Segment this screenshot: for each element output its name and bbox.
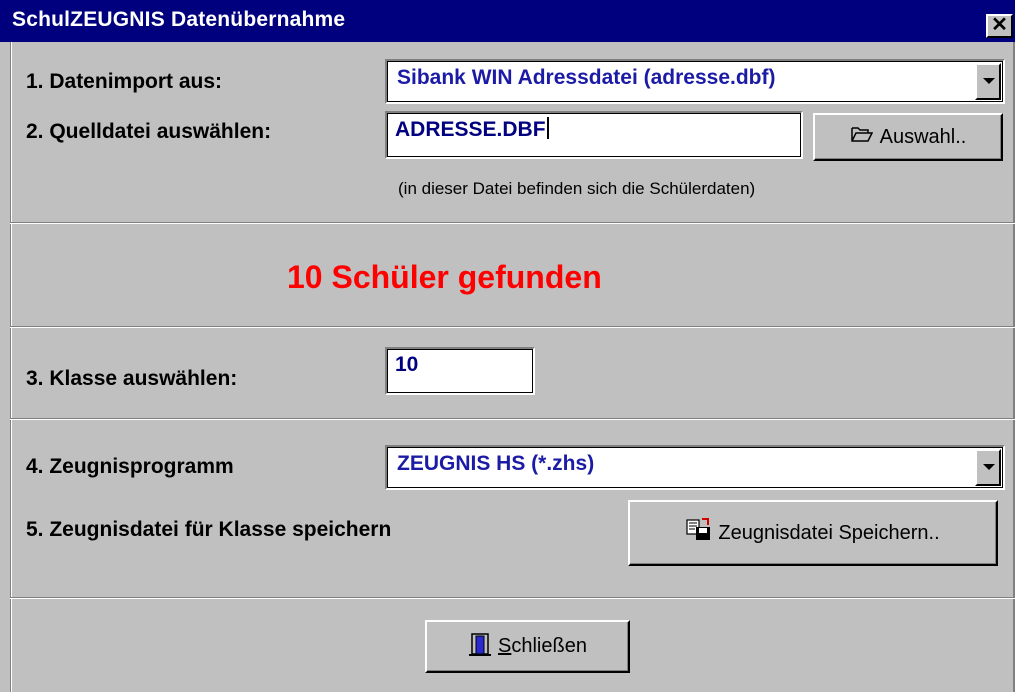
report-program-label: 4. Zeugnisprogramm: [26, 455, 234, 478]
save-document-icon: [686, 518, 712, 548]
class-select-label: 3. Klasse auswählen:: [26, 367, 238, 390]
source-file-input[interactable]: ADRESSE.DBF: [385, 111, 803, 159]
left-edge: [10, 42, 12, 692]
source-file-label: 2. Quelldatei auswählen:: [26, 120, 272, 143]
student-count-status: 10 Schüler gefunden: [287, 259, 602, 295]
divider: [10, 418, 1015, 420]
class-value: 10: [395, 353, 419, 376]
divider: [10, 222, 1015, 224]
import-source-dropdown[interactable]: Sibank WIN Adressdatei (adresse.dbf): [385, 59, 1005, 104]
report-program-value: ZEUGNIS HS (*.zhs): [397, 452, 595, 475]
close-label-rest: chließen: [511, 635, 587, 657]
source-file-value: ADRESSE.DBF: [395, 118, 546, 141]
divider: [10, 597, 1015, 599]
close-icon: ✕: [991, 14, 1008, 36]
close-dialog-button-label: Schließen: [498, 635, 587, 658]
close-window-button[interactable]: ✕: [986, 14, 1013, 38]
window-title: SchulZEUGNIS Datenübernahme: [12, 8, 346, 31]
close-mnemonic: S: [498, 635, 512, 657]
import-source-label: 1. Datenimport aus:: [26, 70, 223, 93]
report-program-dropdown[interactable]: ZEUGNIS HS (*.zhs): [385, 445, 1005, 490]
save-report-button[interactable]: Zeugnisdatei Speichern..: [628, 500, 998, 566]
door-exit-icon: [468, 631, 492, 663]
chevron-down-icon[interactable]: [975, 449, 1001, 486]
title-bar[interactable]: SchulZEUGNIS Datenübernahme ✕: [0, 0, 1015, 42]
folder-open-icon: [850, 124, 874, 150]
save-report-button-label: Zeugnisdatei Speichern..: [718, 521, 940, 544]
text-caret: [546, 117, 549, 139]
browse-button[interactable]: Auswahl..: [813, 113, 1003, 161]
import-source-value: Sibank WIN Adressdatei (adresse.dbf): [397, 66, 776, 89]
dialog-window: SchulZEUGNIS Datenübernahme ✕ 1. Datenim…: [0, 0, 1015, 692]
divider: [10, 326, 1015, 328]
browse-button-label: Auswahl..: [879, 125, 967, 148]
close-dialog-button[interactable]: Schließen: [425, 620, 630, 673]
chevron-down-icon[interactable]: [975, 63, 1001, 100]
class-input[interactable]: 10: [385, 347, 535, 395]
source-file-hint: (in dieser Datei befinden sich die Schül…: [398, 179, 756, 198]
save-report-label: 5. Zeugnisdatei für Klasse speichern: [26, 518, 392, 541]
